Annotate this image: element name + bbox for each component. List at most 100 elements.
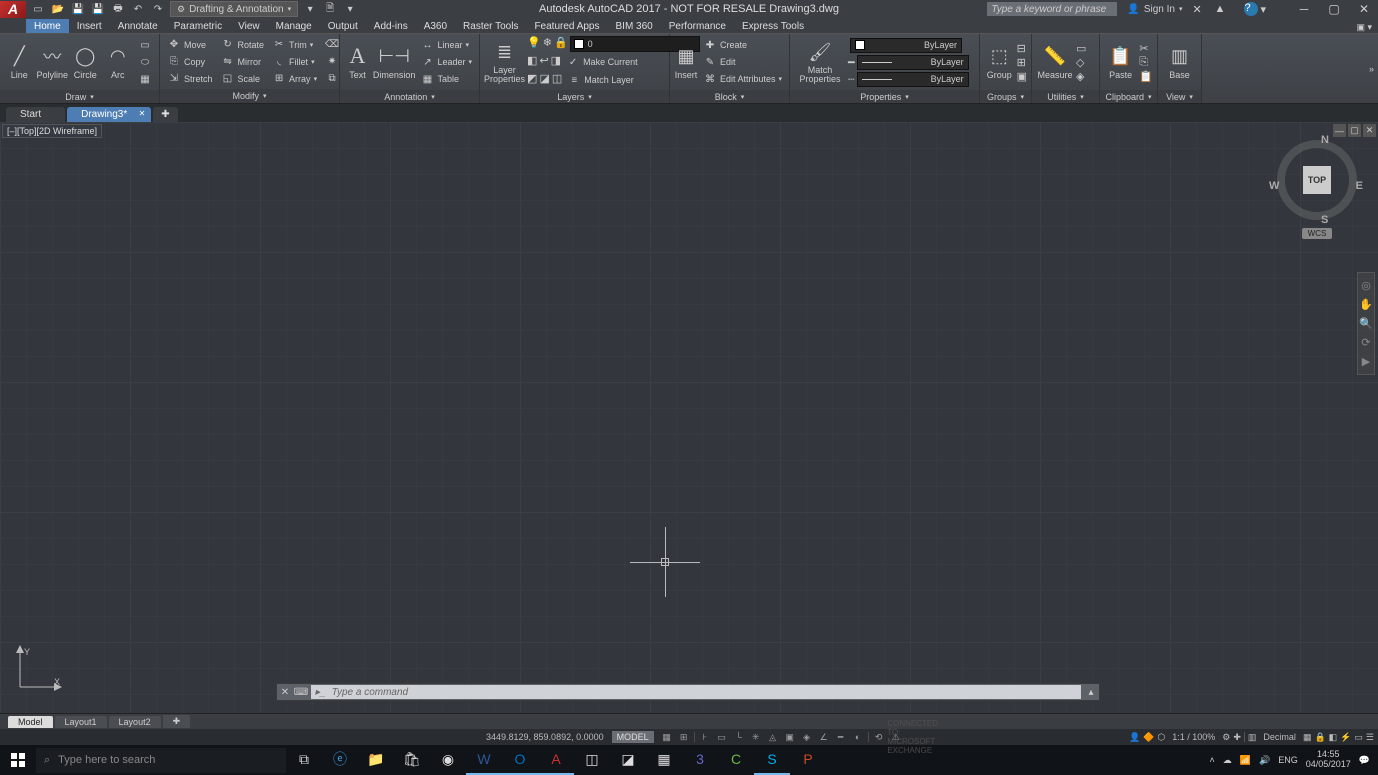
tray-lang[interactable]: ENG [1278,755,1298,765]
match-properties-button[interactable]: 🖌MatchProperties [794,36,846,88]
coordinates-readout[interactable]: 3449.8129, 859.0892, 0.0000 [480,732,610,742]
minimize-button[interactable]: ─ [1290,1,1318,18]
measure-button[interactable]: 📏Measure [1036,36,1074,88]
undo-icon[interactable]: ↶ [130,1,146,17]
maximize-button[interactable]: ▢ [1320,1,1348,18]
osnap-icon[interactable]: ▣ [783,731,797,743]
app3-icon[interactable]: ▦ [646,745,682,775]
edit-attributes-button[interactable]: ⌘Edit Attributes▾ [700,71,785,87]
layer-lock-icon[interactable]: 🔒 [554,36,568,52]
redo-icon[interactable]: ↷ [150,1,166,17]
text-button[interactable]: AText [344,36,371,88]
open-icon[interactable]: 📂 [50,1,66,17]
viewcube-top-face[interactable]: TOP [1303,166,1331,194]
layout-tab-2[interactable]: Layout2 [109,716,161,728]
ortho-icon[interactable]: └ [732,731,746,743]
circle-button[interactable]: ◯Circle [70,36,100,88]
create-block-button[interactable]: ✚Create [700,37,785,53]
linetype-icon[interactable]: ┄ [848,73,855,86]
tab-home[interactable]: Home [26,19,69,33]
cleanscreen-icon[interactable]: ▭ [1354,732,1363,743]
workspace-dropdown[interactable]: ⚙ Drafting & Annotation ▾ [170,1,298,17]
fillet-button[interactable]: ◟Fillet▾ [269,54,320,70]
file-tab-close-icon[interactable]: ✕ [139,109,146,118]
help-icon[interactable]: ? [1244,2,1258,16]
edit-block-button[interactable]: ✎Edit [700,54,785,70]
taskview-icon[interactable]: ⧉ [286,745,322,775]
copy-clip-icon[interactable]: ⎘ [1139,56,1153,69]
file-tab-drawing[interactable]: Drawing3*✕ [67,107,151,122]
cut-icon[interactable]: ✂ [1139,42,1153,55]
tab-bim360[interactable]: BIM 360 [608,19,661,33]
stretch-button[interactable]: ⇲Stretch [164,71,216,87]
tray-onedrive-icon[interactable]: ☁ [1223,755,1232,766]
command-line[interactable]: ✕ ⌨ ▸_ Type a command ▴ [276,683,1100,701]
plot-icon[interactable]: 🖶 [110,1,126,17]
match-layer-button[interactable]: ≡Match Layer [564,72,637,88]
nav-pan-icon[interactable]: ✋ [1359,298,1373,311]
qat-dropdown-icon[interactable]: ▾ [342,1,358,17]
tab-a360[interactable]: A360 [416,19,455,33]
app-menu-button[interactable]: A [0,1,26,18]
outlook-icon[interactable]: O [502,745,538,775]
tray-notifications-icon[interactable]: 💬 [1359,755,1370,766]
layer-state-icon[interactable]: ◨ [551,54,561,70]
tab-addins[interactable]: Add-ins [366,19,416,33]
scale-dropdown[interactable]: 1:1 / 100% [1168,732,1219,742]
line-button[interactable]: ╱Line [4,36,34,88]
hatch-button[interactable]: ▦ [135,71,155,87]
tab-annotate[interactable]: Annotate [110,19,166,33]
ungroup-icon[interactable]: ⊟ [1017,42,1027,55]
move-button[interactable]: ✥Move [164,37,216,53]
command-input[interactable]: ▸_ Type a command [311,685,1081,699]
app1-icon[interactable]: ◫ [574,745,610,775]
plus-icon[interactable]: ✚ [1233,732,1241,743]
lock-ui-icon[interactable]: 🔒 [1314,732,1325,743]
ribbon-slideout-icon[interactable]: » [1369,64,1374,74]
snap-toggle-icon[interactable]: ⊞ [677,731,691,743]
viewport-minimize-icon[interactable]: — [1333,124,1346,137]
autodesk-app-icon[interactable]: ▲ [1214,3,1234,15]
otrack-icon[interactable]: ∠ [817,731,831,743]
drawing-viewport[interactable]: [–][Top][2D Wireframe] — ▢ ✕ Y X TOP N E… [0,122,1378,713]
lineweight-icon[interactable]: ━ [848,56,855,69]
group-edit-icon[interactable]: ⊞ [1017,56,1027,69]
compass-n[interactable]: N [1321,134,1329,146]
lineweight-dropdown[interactable]: ByLayer [857,55,969,70]
file-tab-new[interactable]: ✚ [153,107,177,122]
util-c-icon[interactable]: ◈ [1076,70,1086,83]
tab-performance[interactable]: Performance [661,19,734,33]
tab-view[interactable]: View [230,19,268,33]
signin-button[interactable]: 👤 Sign In ▾ [1119,4,1190,15]
paste-button[interactable]: 📋Paste [1104,36,1137,88]
layout-tab-1[interactable]: Layout1 [55,716,107,728]
compass-s[interactable]: S [1321,214,1328,226]
tab-output[interactable]: Output [320,19,366,33]
nav-showmotion-icon[interactable]: ▶ [1362,355,1370,368]
transparency-icon[interactable]: ◐ [851,731,865,743]
word-icon[interactable]: W [466,745,502,775]
ellipse-button[interactable]: ⬭ [135,54,155,70]
panel-title-clipboard[interactable]: Clipboard [1100,90,1157,103]
layer-c-icon[interactable]: ◫ [552,72,562,88]
arc-button[interactable]: ◠Arc [103,36,133,88]
app4-icon[interactable]: 3 [682,745,718,775]
tab-rastertools[interactable]: Raster Tools [455,19,526,33]
layer-prev-icon[interactable]: ↩ [539,54,548,70]
panel-title-layers[interactable]: Layers [480,90,669,103]
tray-volume-icon[interactable]: 🔊 [1259,755,1270,766]
polar-icon[interactable]: ✳ [749,731,763,743]
workspace-icon[interactable]: ▥ [1248,732,1257,743]
infer-icon[interactable]: ⊦ [698,731,712,743]
layer-properties-button[interactable]: ≣LayerProperties [484,36,525,88]
viewcube[interactable]: TOP N E S W [1277,140,1357,220]
table-button[interactable]: ▦Table [417,71,475,87]
selection-cycling-icon[interactable]: ⟲ [872,731,886,743]
panel-title-view[interactable]: View [1158,90,1201,103]
insert-button[interactable]: ▦Insert [674,36,698,88]
ucs-icon[interactable]: Y X [14,645,62,695]
panel-title-annotation[interactable]: Annotation [340,90,479,103]
dynamic-input-icon[interactable]: ▭ [715,731,729,743]
qat-more-icon[interactable]: ▾ [302,1,318,17]
nav-zoom-icon[interactable]: 🔍 [1359,317,1373,330]
